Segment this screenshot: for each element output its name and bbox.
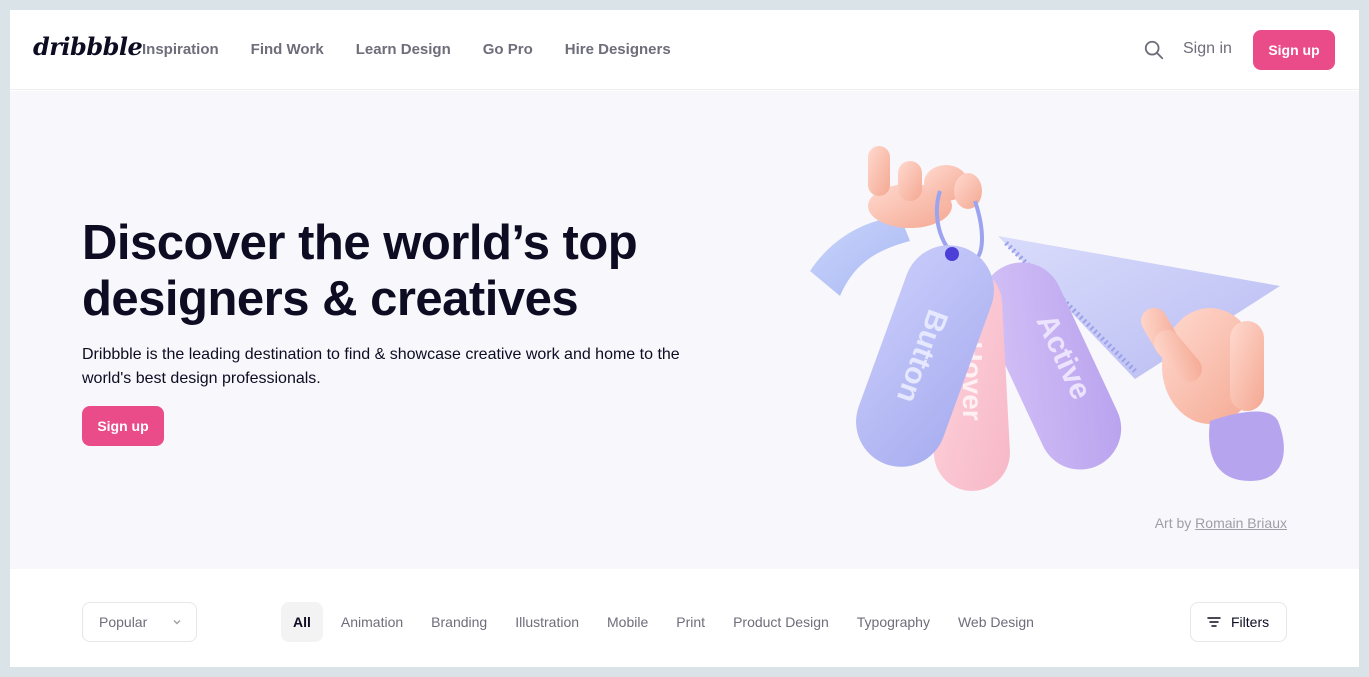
hero-section: Discover the world’s top designers & cre… <box>10 91 1359 569</box>
category-tab-animation[interactable]: Animation <box>327 602 417 642</box>
nav-find-work[interactable]: Find Work <box>251 41 324 58</box>
nav-hire-designers[interactable]: Hire Designers <box>565 41 671 58</box>
category-tab-illustration[interactable]: Illustration <box>501 602 593 642</box>
sort-dropdown-value: Popular <box>99 614 148 630</box>
art-credit-prefix: Art by <box>1154 515 1196 531</box>
art-credit-author-link[interactable]: Romain Briaux <box>1195 515 1287 531</box>
hero-title-line-1: Discover the world’s top <box>82 216 638 270</box>
hero-illustration: Active Hover Button <box>810 146 1284 491</box>
filters-button-label: Filters <box>1231 614 1270 630</box>
search-icon[interactable] <box>1143 39 1165 61</box>
category-tab-print[interactable]: Print <box>662 602 719 642</box>
main-nav: Inspiration Find Work Learn Design Go Pr… <box>142 41 703 58</box>
art-credit: Art by Romain Briaux <box>1155 515 1287 531</box>
header-sign-up-button[interactable]: Sign up <box>1253 30 1335 70</box>
category-tabs: All Animation Branding Illustration Mobi… <box>281 602 1048 642</box>
category-tab-product-design[interactable]: Product Design <box>719 602 843 642</box>
category-tab-mobile[interactable]: Mobile <box>593 602 662 642</box>
nav-go-pro[interactable]: Go Pro <box>483 41 533 58</box>
category-tab-web-design[interactable]: Web Design <box>944 602 1048 642</box>
category-tab-branding[interactable]: Branding <box>417 602 501 642</box>
top-header: dribbble Inspiration Find Work Learn Des… <box>10 10 1359 90</box>
sign-in-link[interactable]: Sign in <box>1183 40 1232 58</box>
filters-button[interactable]: Filters <box>1190 602 1287 642</box>
chevron-down-icon <box>173 620 181 625</box>
category-tab-typography[interactable]: Typography <box>843 602 944 642</box>
page-frame: dribbble Inspiration Find Work Learn Des… <box>10 10 1359 667</box>
dribbble-logo[interactable]: dribbble <box>33 32 143 61</box>
filter-bar: Popular All Animation Branding Illustrat… <box>10 569 1359 667</box>
nav-learn-design[interactable]: Learn Design <box>356 41 451 58</box>
left-sleeve <box>810 216 910 296</box>
category-tab-all[interactable]: All <box>281 602 323 642</box>
hero-title: Discover the world’s top designers & cre… <box>82 215 722 327</box>
hero-title-line-2: designers & creatives <box>82 272 579 326</box>
right-sleeve <box>1209 411 1284 481</box>
hero-description: Dribbble is the leading destination to f… <box>82 346 680 387</box>
nav-inspiration[interactable]: Inspiration <box>142 41 219 58</box>
hero-sign-up-button[interactable]: Sign up <box>82 406 164 446</box>
filter-icon <box>1207 617 1221 627</box>
left-hand <box>868 146 982 228</box>
sort-dropdown[interactable]: Popular <box>82 602 197 642</box>
